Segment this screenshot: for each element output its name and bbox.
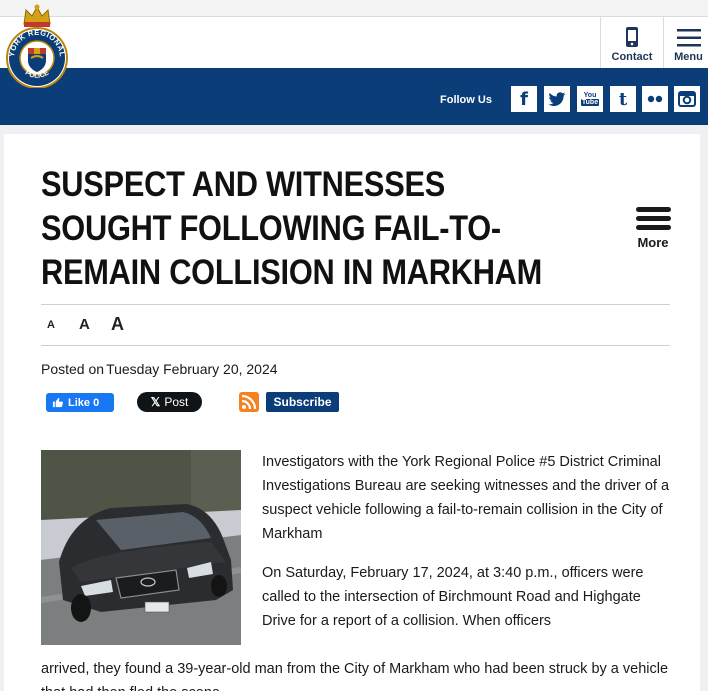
- menu-button[interactable]: Menu: [663, 17, 708, 68]
- contact-label: Contact: [611, 51, 653, 63]
- suspect-vehicle-photo: [41, 450, 241, 645]
- more-icon-bar: [635, 225, 671, 230]
- youtube-icon[interactable]: You Tube: [577, 86, 603, 112]
- crown-icon: [23, 4, 51, 27]
- phone-icon: [626, 27, 638, 47]
- font-size-large-button[interactable]: A: [111, 314, 124, 335]
- more-icon-bar: [635, 216, 671, 221]
- more-icon-bar: [635, 207, 671, 212]
- hamburger-icon: [676, 29, 701, 47]
- twitter-icon[interactable]: [544, 86, 570, 112]
- x-post-label: Post: [164, 395, 189, 409]
- article-title: SUSPECT AND WITNESSES SOUGHT FOLLOWING F…: [41, 165, 543, 292]
- posted-date-value: Tuesday February 20, 2024: [106, 361, 278, 377]
- subscribe-button[interactable]: Subscribe: [266, 392, 339, 412]
- tumblr-icon[interactable]: t: [610, 86, 636, 112]
- facebook-like-button[interactable]: Like 0: [46, 393, 114, 412]
- font-size-small-button[interactable]: A: [47, 319, 55, 331]
- menu-label: Menu: [674, 51, 703, 63]
- facebook-icon[interactable]: f: [511, 86, 537, 112]
- article-paragraph-2-beside-photo: On Saturday, February 17, 2024, at 3:40 …: [262, 565, 644, 629]
- x-post-button[interactable]: 𝕏 Post: [137, 392, 202, 412]
- thumbs-up-icon: [52, 397, 63, 408]
- more-button[interactable]: More: [634, 207, 672, 250]
- subscribe-label: Subscribe: [273, 395, 332, 409]
- article-paragraph-2-below-photo: arrived, they found a 39-year-old man fr…: [41, 661, 669, 691]
- york-regional-police-logo[interactable]: YORK REGIONAL POLICE: [2, 2, 72, 89]
- posted-date: Posted on Tuesday February 20, 2024: [41, 361, 278, 377]
- x-logo-icon: 𝕏: [150, 395, 161, 409]
- article-paragraph-1: Investigators with the York Regional Pol…: [262, 454, 670, 542]
- instagram-icon[interactable]: [674, 86, 700, 112]
- header-top-strip: [0, 0, 708, 16]
- divider: [41, 345, 670, 346]
- posted-label: Posted on: [41, 361, 105, 377]
- flickr-icon[interactable]: [642, 86, 668, 112]
- more-label: More: [637, 235, 669, 250]
- font-size-medium-button[interactable]: A: [79, 316, 90, 333]
- follow-us-label: Follow Us: [440, 94, 492, 106]
- divider: [41, 304, 670, 305]
- like-label: Like 0: [68, 396, 100, 409]
- contact-button[interactable]: Contact: [600, 17, 663, 68]
- rss-icon[interactable]: [239, 392, 259, 412]
